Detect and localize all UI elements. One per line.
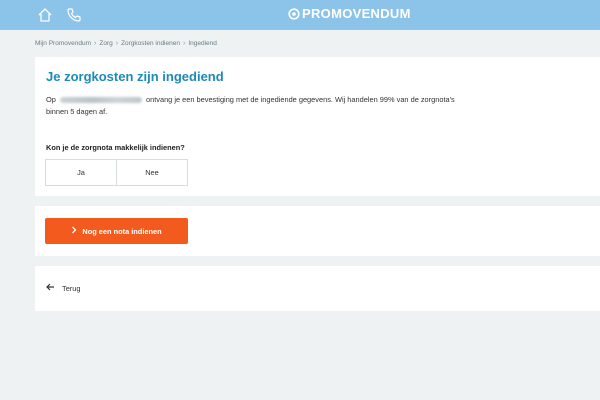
breadcrumb-item-zorg[interactable]: Zorg — [99, 40, 112, 47]
blurred-email — [59, 97, 142, 104]
arrow-left-icon — [46, 283, 55, 293]
new-note-button[interactable]: Nog een nota indienen — [45, 218, 188, 244]
option-ja-button[interactable]: Ja — [46, 160, 116, 185]
confirmation-text: Op ontvang je een bevestiging met de ing… — [46, 94, 456, 118]
back-label: Terug — [62, 283, 81, 293]
action-card: Nog een nota indienen — [35, 206, 600, 256]
brand-logo[interactable]: PROMOVENDUM — [288, 6, 411, 21]
back-link[interactable]: Terug — [46, 283, 81, 293]
page-title: Je zorgkosten zijn ingediend — [46, 69, 224, 84]
breadcrumb-item-zorgkosten-indienen[interactable]: Zorgkosten indienen — [121, 40, 180, 47]
feedback-question: Kon je de zorgnota makkelijk indienen? — [46, 143, 185, 152]
confirmation-card: Je zorgkosten zijn ingediend Op ontvang … — [35, 57, 600, 196]
breadcrumb: Mijn Promovendum › Zorg › Zorgkosten ind… — [35, 40, 217, 47]
top-bar: PROMOVENDUM — [0, 0, 600, 30]
phone-icon[interactable] — [64, 5, 84, 25]
home-icon[interactable] — [35, 5, 55, 25]
text-prefix: Op — [46, 95, 56, 104]
chevron-right-icon: › — [94, 40, 97, 47]
chevron-right-icon — [71, 226, 77, 236]
breadcrumb-item-mijn-promovendum[interactable]: Mijn Promovendum — [35, 40, 91, 47]
chevron-right-icon: › — [115, 40, 119, 47]
brand-mark-icon — [288, 7, 300, 20]
breadcrumb-item-ingediend: Ingediend — [188, 40, 217, 47]
new-note-label: Nog een nota indienen — [82, 226, 162, 236]
option-nee-button[interactable]: Nee — [116, 160, 187, 185]
feedback-toggle: Ja Nee — [45, 159, 188, 186]
chevron-right-icon: › — [182, 40, 186, 47]
back-card: Terug — [35, 266, 600, 311]
brand-name: PROMOVENDUM — [302, 6, 411, 21]
